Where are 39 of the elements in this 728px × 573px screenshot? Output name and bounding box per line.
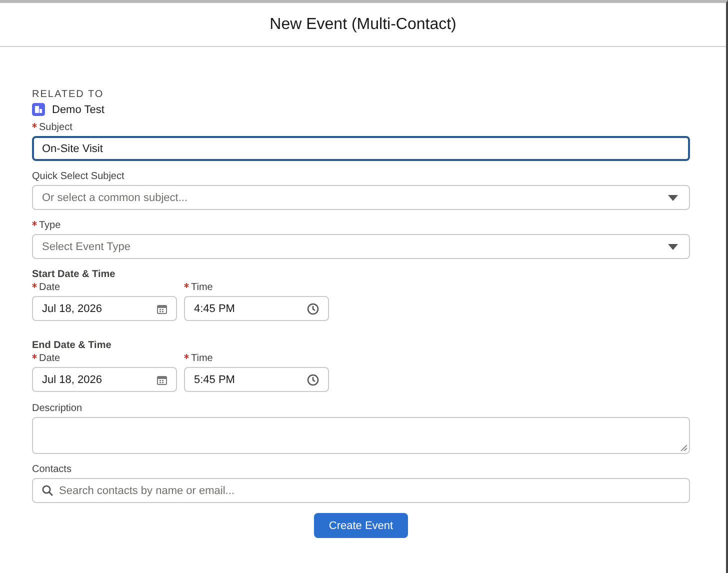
date-field[interactable]: Jul 18, 2026 [32, 296, 177, 321]
caret-icon [668, 244, 678, 250]
related-record-link[interactable]: Demo Test [52, 104, 104, 116]
date-field[interactable]: Jul 18, 2026 [32, 367, 177, 392]
clock-icon [307, 302, 319, 314]
time-field[interactable]: 5:45 PM [184, 367, 329, 392]
calendar-icon [157, 374, 167, 384]
related-to-label: RELATED TO [32, 89, 105, 100]
group-heading: Start Date & Time [32, 269, 116, 280]
field-label: Contacts [32, 464, 72, 476]
required-icon [184, 283, 189, 288]
group-heading: End Date & Time [32, 340, 112, 351]
create-event-button[interactable]: Create Event [314, 513, 408, 538]
field-label: Subject [32, 122, 690, 134]
calendar-icon [157, 304, 167, 314]
required-icon [184, 354, 189, 359]
caret-icon [668, 194, 678, 200]
field-label: Type [32, 220, 690, 232]
field-label: Quick Select Subject [32, 171, 126, 183]
search-icon [42, 485, 53, 496]
time-field[interactable]: 4:45 PM [184, 296, 329, 321]
subject-field[interactable]: On-Site Visit [32, 136, 690, 161]
required-icon [32, 354, 37, 359]
field-label: Date [32, 353, 177, 365]
field-label: Description [32, 403, 84, 415]
dropdown-field[interactable]: Or select a common subject... [32, 185, 690, 210]
description-field[interactable] [32, 417, 690, 454]
record-icon [32, 103, 45, 116]
required-icon [32, 123, 37, 128]
field-label: Time [184, 353, 329, 365]
clock-icon [307, 374, 319, 386]
contact-search-field[interactable]: Search contacts by name or email... [32, 478, 690, 503]
required-icon [32, 283, 37, 288]
field-label: Date [32, 282, 177, 294]
resize-handle-icon[interactable] [680, 444, 687, 451]
dropdown-field[interactable]: Select Event Type [32, 234, 690, 259]
required-icon [32, 221, 37, 226]
modal-title: New Event (Multi-Contact) [270, 16, 456, 34]
field-label: Time [184, 282, 329, 294]
